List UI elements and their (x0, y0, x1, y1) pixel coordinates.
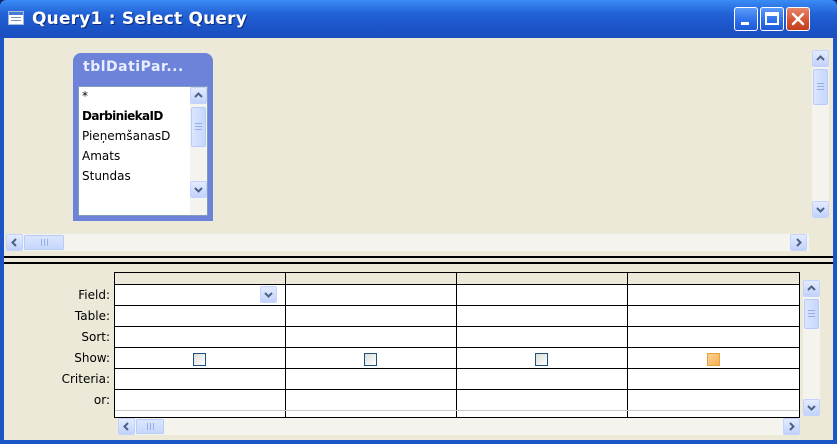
field-item-all[interactable]: * (82, 89, 187, 103)
table-name: tblDatiPar... (83, 59, 184, 75)
minimize-icon (741, 22, 749, 25)
grid-column-selector-bar[interactable] (115, 273, 799, 285)
show-checkbox-1[interactable] (193, 353, 206, 366)
query-window: Query1 : Select Query tblDatiPar... * Da… (0, 0, 837, 444)
grid-hscrollbar[interactable] (118, 418, 800, 435)
table-pane-scroll-down[interactable] (812, 201, 829, 218)
window-frame-bottom (0, 440, 837, 444)
chevron-right-icon (796, 238, 802, 247)
field-item-pienemsanas[interactable]: PieņemšanasD (82, 129, 187, 143)
show-checkbox-3[interactable] (535, 353, 548, 366)
field-cell-3[interactable] (457, 285, 627, 305)
field-list-scroll-up[interactable] (190, 87, 207, 104)
window-frame-right (833, 38, 837, 444)
table-pane-scroll-right[interactable] (790, 234, 807, 251)
chevron-down-icon (194, 187, 203, 193)
field-cell-2[interactable] (286, 285, 456, 305)
design-grid-pane[interactable]: Field: Table: Sort: Show: Criteria: or: (4, 264, 833, 440)
chevron-up-icon (194, 92, 203, 98)
maximize-button[interactable] (760, 7, 784, 31)
row-label-sort: Sort: (81, 330, 110, 344)
row-label-table: Table: (74, 309, 110, 323)
chevron-down-icon (807, 405, 816, 411)
field-item-stundas[interactable]: Stundas (82, 169, 187, 183)
table-field-list[interactable]: tblDatiPar... * DarbiniekaID Pieņemšanas… (73, 53, 213, 221)
field-dropdown-button[interactable] (260, 286, 277, 303)
close-icon (791, 12, 805, 26)
query-design-grid[interactable] (114, 272, 800, 418)
grid-scroll-up[interactable] (803, 280, 820, 297)
maximize-icon (765, 12, 779, 25)
field-list-scroll-down[interactable] (190, 181, 207, 198)
show-checkbox-4[interactable] (707, 353, 720, 366)
chevron-up-icon (807, 285, 816, 291)
grid-vscroll-thumb[interactable] (804, 299, 819, 329)
grid-scroll-left[interactable] (118, 418, 135, 435)
show-checkbox-2[interactable] (364, 353, 377, 366)
chevron-down-icon (264, 292, 273, 298)
row-label-or: or: (93, 393, 110, 407)
grid-scroll-right[interactable] (783, 418, 800, 435)
chevron-up-icon (816, 55, 825, 61)
pane-splitter[interactable] (4, 256, 833, 264)
field-list-scrollbar[interactable] (190, 87, 207, 215)
chevron-left-icon (123, 422, 129, 431)
row-label-criteria: Criteria: (61, 372, 110, 386)
table-pane-hscrollbar[interactable] (6, 234, 809, 251)
field-list[interactable]: * DarbiniekaID PieņemšanasD Amats Stunda… (78, 86, 208, 216)
close-button[interactable] (786, 7, 810, 31)
table-pane-hscroll-thumb[interactable] (24, 235, 64, 250)
field-cell-1[interactable] (115, 285, 285, 305)
minimize-button[interactable] (734, 7, 758, 31)
chevron-down-icon (816, 207, 825, 213)
grid-scroll-down[interactable] (803, 399, 820, 416)
table-pane-vscroll-thumb[interactable] (813, 69, 828, 105)
grid-hscroll-thumb[interactable] (136, 419, 164, 434)
row-label-field: Field: (78, 288, 110, 302)
row-label-show: Show: (74, 351, 110, 365)
grid-vscrollbar[interactable] (803, 280, 820, 416)
field-list-scroll-thumb[interactable] (191, 107, 206, 147)
window-title: Query1 : Select Query (32, 9, 248, 29)
chevron-left-icon (11, 238, 17, 247)
table-pane[interactable]: tblDatiPar... * DarbiniekaID Pieņemšanas… (4, 38, 833, 256)
title-bar[interactable]: Query1 : Select Query (0, 0, 837, 38)
table-pane-vscrollbar[interactable] (812, 50, 829, 218)
chevron-right-icon (789, 422, 795, 431)
field-item-amats[interactable]: Amats (82, 149, 187, 163)
field-item-darbinieka-id[interactable]: DarbiniekaID (82, 109, 187, 123)
query-window-icon (8, 11, 24, 25)
table-pane-scroll-left[interactable] (6, 234, 23, 251)
table-pane-scroll-up[interactable] (812, 50, 829, 67)
field-cell-4[interactable] (628, 285, 799, 305)
